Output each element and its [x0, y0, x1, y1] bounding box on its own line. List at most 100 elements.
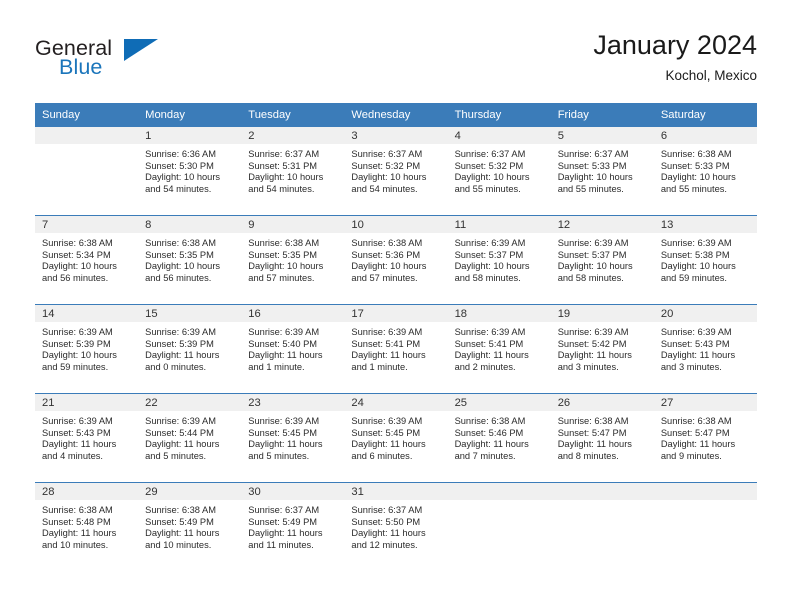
sunset-text: Sunset: 5:34 PM: [42, 249, 111, 260]
sunrise-text: Sunrise: 6:38 AM: [145, 505, 216, 515]
day-cell[interactable]: 21 Sunrise: 6:39 AM Sunset: 5:43 PM Dayligh…: [35, 393, 139, 483]
weekday-header-thursday: Thursday: [447, 103, 551, 127]
weekday-header-wednesday: Wednesday: [344, 103, 448, 127]
day-number: 5: [550, 127, 654, 144]
page-subtitle: Kochol, Mexico: [665, 68, 757, 83]
day-number: 20: [653, 305, 757, 322]
sunset-text: Sunset: 5:33 PM: [557, 160, 627, 171]
sunrise-text: Sunrise: 6:38 AM: [454, 416, 526, 426]
day-cell[interactable]: 6 Sunrise: 6:38 AM Sunset: 5:33 PM Daylight…: [653, 126, 757, 216]
sunrise-text: Sunrise: 6:39 AM: [557, 327, 629, 337]
day-cell[interactable]: 27 Sunrise: 6:38 AM Sunset: 5:47 PM Dayligh…: [653, 393, 757, 483]
sunset-text: Sunset: 5:42 PM: [557, 338, 627, 349]
day-cell[interactable]: 16 Sunrise: 6:39 AM Sunset: 5:40 PM Dayligh…: [241, 304, 345, 394]
daylight-text-line1: Daylight: 11 hours: [145, 528, 220, 539]
day-cell[interactable]: 11 Sunrise: 6:39 AM Sunset: 5:37 PM Dayligh…: [447, 215, 551, 305]
sunrise-text: Sunrise: 6:37 AM: [248, 149, 320, 159]
day-cell[interactable]: 20 Sunrise: 6:39 AM Sunset: 5:43 PM Dayligh…: [653, 304, 757, 394]
daylight-text-line2: and 11 minutes.: [248, 539, 314, 550]
day-cell[interactable]: 4 Sunrise: 6:37 AM Sunset: 5:32 PM Daylight…: [447, 126, 551, 216]
sunrise-text: Sunrise: 6:39 AM: [660, 238, 732, 248]
sunrise-text: Sunrise: 6:38 AM: [660, 149, 732, 159]
day-cell[interactable]: 24 Sunrise: 6:39 AM Sunset: 5:45 PM Dayligh…: [344, 393, 448, 483]
daylight-text-line2: and 54 minutes.: [248, 183, 315, 194]
sunset-text: Sunset: 5:33 PM: [660, 160, 730, 171]
day-cell[interactable]: 23 Sunrise: 6:39 AM Sunset: 5:45 PM Dayligh…: [241, 393, 345, 483]
daylight-text-line2: and 0 minutes.: [145, 361, 207, 372]
day-number: 9: [241, 216, 345, 233]
sunrise-text: Sunrise: 6:39 AM: [557, 238, 629, 248]
day-cell[interactable]: 5 Sunrise: 6:37 AM Sunset: 5:33 PM Daylight…: [550, 126, 654, 216]
day-cell[interactable]: 1 Sunrise: 6:36 AM Sunset: 5:30 PM Daylight…: [138, 126, 242, 216]
day-cell[interactable]: 28 Sunrise: 6:38 AM Sunset: 5:48 PM Dayligh…: [35, 482, 139, 571]
daylight-text-line1: Daylight: 11 hours: [145, 350, 220, 361]
day-cell[interactable]: 3 Sunrise: 6:37 AM Sunset: 5:32 PM Daylight…: [344, 126, 448, 216]
day-number: 31: [344, 483, 448, 500]
sunrise-text: Sunrise: 6:39 AM: [351, 416, 423, 426]
day-cell[interactable]: [447, 482, 551, 571]
day-number: 26: [550, 394, 654, 411]
daylight-text-line2: and 1 minute.: [248, 361, 305, 372]
sunset-text: Sunset: 5:41 PM: [351, 338, 421, 349]
daylight-text-line2: and 8 minutes.: [557, 450, 619, 461]
daylight-text-line1: Daylight: 11 hours: [351, 350, 426, 361]
daylight-text-line2: and 58 minutes.: [557, 272, 624, 283]
day-number: 2: [241, 127, 345, 144]
sunrise-text: Sunrise: 6:38 AM: [145, 238, 216, 248]
daylight-text-line1: Daylight: 11 hours: [42, 528, 117, 539]
sunrise-text: Sunrise: 6:39 AM: [454, 238, 526, 248]
weekday-header-tuesday: Tuesday: [241, 103, 345, 127]
daylight-text-line2: and 3 minutes.: [557, 361, 619, 372]
day-cell[interactable]: 18 Sunrise: 6:39 AM Sunset: 5:41 PM Dayligh…: [447, 304, 551, 394]
day-cell[interactable]: 9 Sunrise: 6:38 AM Sunset: 5:35 PM Daylight…: [241, 215, 345, 305]
daylight-text-line1: Daylight: 11 hours: [454, 350, 529, 361]
daylight-text-line2: and 7 minutes.: [454, 450, 516, 461]
sunrise-text: Sunrise: 6:38 AM: [248, 238, 320, 248]
day-number: 10: [344, 216, 448, 233]
day-cell[interactable]: 17 Sunrise: 6:39 AM Sunset: 5:41 PM Dayligh…: [344, 304, 448, 394]
day-cell[interactable]: 31 Sunrise: 6:37 AM Sunset: 5:50 PM Dayligh…: [344, 482, 448, 571]
day-cell[interactable]: 19 Sunrise: 6:39 AM Sunset: 5:42 PM Dayligh…: [550, 304, 654, 394]
day-cell[interactable]: 8 Sunrise: 6:38 AM Sunset: 5:35 PM Daylight…: [138, 215, 242, 305]
day-number: 11: [447, 216, 551, 233]
day-cell[interactable]: 26 Sunrise: 6:38 AM Sunset: 5:47 PM Dayligh…: [550, 393, 654, 483]
day-cell[interactable]: [653, 482, 757, 571]
daylight-text-line1: Daylight: 11 hours: [351, 439, 426, 450]
daylight-text-line1: Daylight: 10 hours: [42, 261, 117, 272]
daylight-text-line2: and 10 minutes.: [145, 539, 212, 550]
daylight-text-line1: Daylight: 11 hours: [660, 350, 736, 361]
day-number: 3: [344, 127, 448, 144]
sunset-text: Sunset: 5:45 PM: [248, 427, 318, 438]
day-cell[interactable]: [550, 482, 654, 571]
day-cell[interactable]: 13 Sunrise: 6:39 AM Sunset: 5:38 PM Dayligh…: [653, 215, 757, 305]
sunrise-text: Sunrise: 6:37 AM: [557, 149, 629, 159]
calendar-body: 1 Sunrise: 6:36 AM Sunset: 5:30 PM Daylight…: [35, 126, 757, 571]
sunrise-text: Sunrise: 6:37 AM: [351, 505, 423, 515]
calendar-header-row: Sunday Monday Tuesday Wednesday Thursday…: [35, 103, 757, 127]
brand-logo[interactable]: General Blue: [35, 36, 235, 86]
daylight-text-line2: and 55 minutes.: [660, 183, 727, 194]
day-cell[interactable]: 2 Sunrise: 6:37 AM Sunset: 5:31 PM Daylight…: [241, 126, 345, 216]
weekday-header-saturday: Saturday: [653, 103, 757, 127]
day-number: 8: [138, 216, 242, 233]
sunset-text: Sunset: 5:49 PM: [145, 516, 214, 527]
daylight-text-line2: and 5 minutes.: [248, 450, 310, 461]
day-cell[interactable]: [35, 126, 139, 216]
day-cell[interactable]: 30 Sunrise: 6:37 AM Sunset: 5:49 PM Dayligh…: [241, 482, 345, 571]
day-cell[interactable]: 12 Sunrise: 6:39 AM Sunset: 5:37 PM Dayligh…: [550, 215, 654, 305]
day-cell[interactable]: 29 Sunrise: 6:38 AM Sunset: 5:49 PM Dayligh…: [138, 482, 242, 571]
page-header: General Blue January 2024 Kochol, Mexico: [0, 0, 792, 95]
day-cell[interactable]: 10 Sunrise: 6:38 AM Sunset: 5:36 PM Dayligh…: [344, 215, 448, 305]
day-cell[interactable]: 7 Sunrise: 6:38 AM Sunset: 5:34 PM Daylight…: [35, 215, 139, 305]
sunset-text: Sunset: 5:37 PM: [454, 249, 524, 260]
daylight-text-line1: Daylight: 10 hours: [351, 261, 427, 272]
day-cell[interactable]: 25 Sunrise: 6:38 AM Sunset: 5:46 PM Dayligh…: [447, 393, 551, 483]
sunset-text: Sunset: 5:45 PM: [351, 427, 421, 438]
daylight-text-line2: and 59 minutes.: [42, 361, 109, 372]
day-cell[interactable]: 15 Sunrise: 6:39 AM Sunset: 5:39 PM Dayligh…: [138, 304, 242, 394]
daylight-text-line1: Daylight: 11 hours: [557, 350, 632, 361]
day-cell[interactable]: 14 Sunrise: 6:39 AM Sunset: 5:39 PM Dayligh…: [35, 304, 139, 394]
daylight-text-line2: and 54 minutes.: [351, 183, 418, 194]
daylight-text-line2: and 9 minutes.: [660, 450, 722, 461]
day-cell[interactable]: 22 Sunrise: 6:39 AM Sunset: 5:44 PM Dayligh…: [138, 393, 242, 483]
